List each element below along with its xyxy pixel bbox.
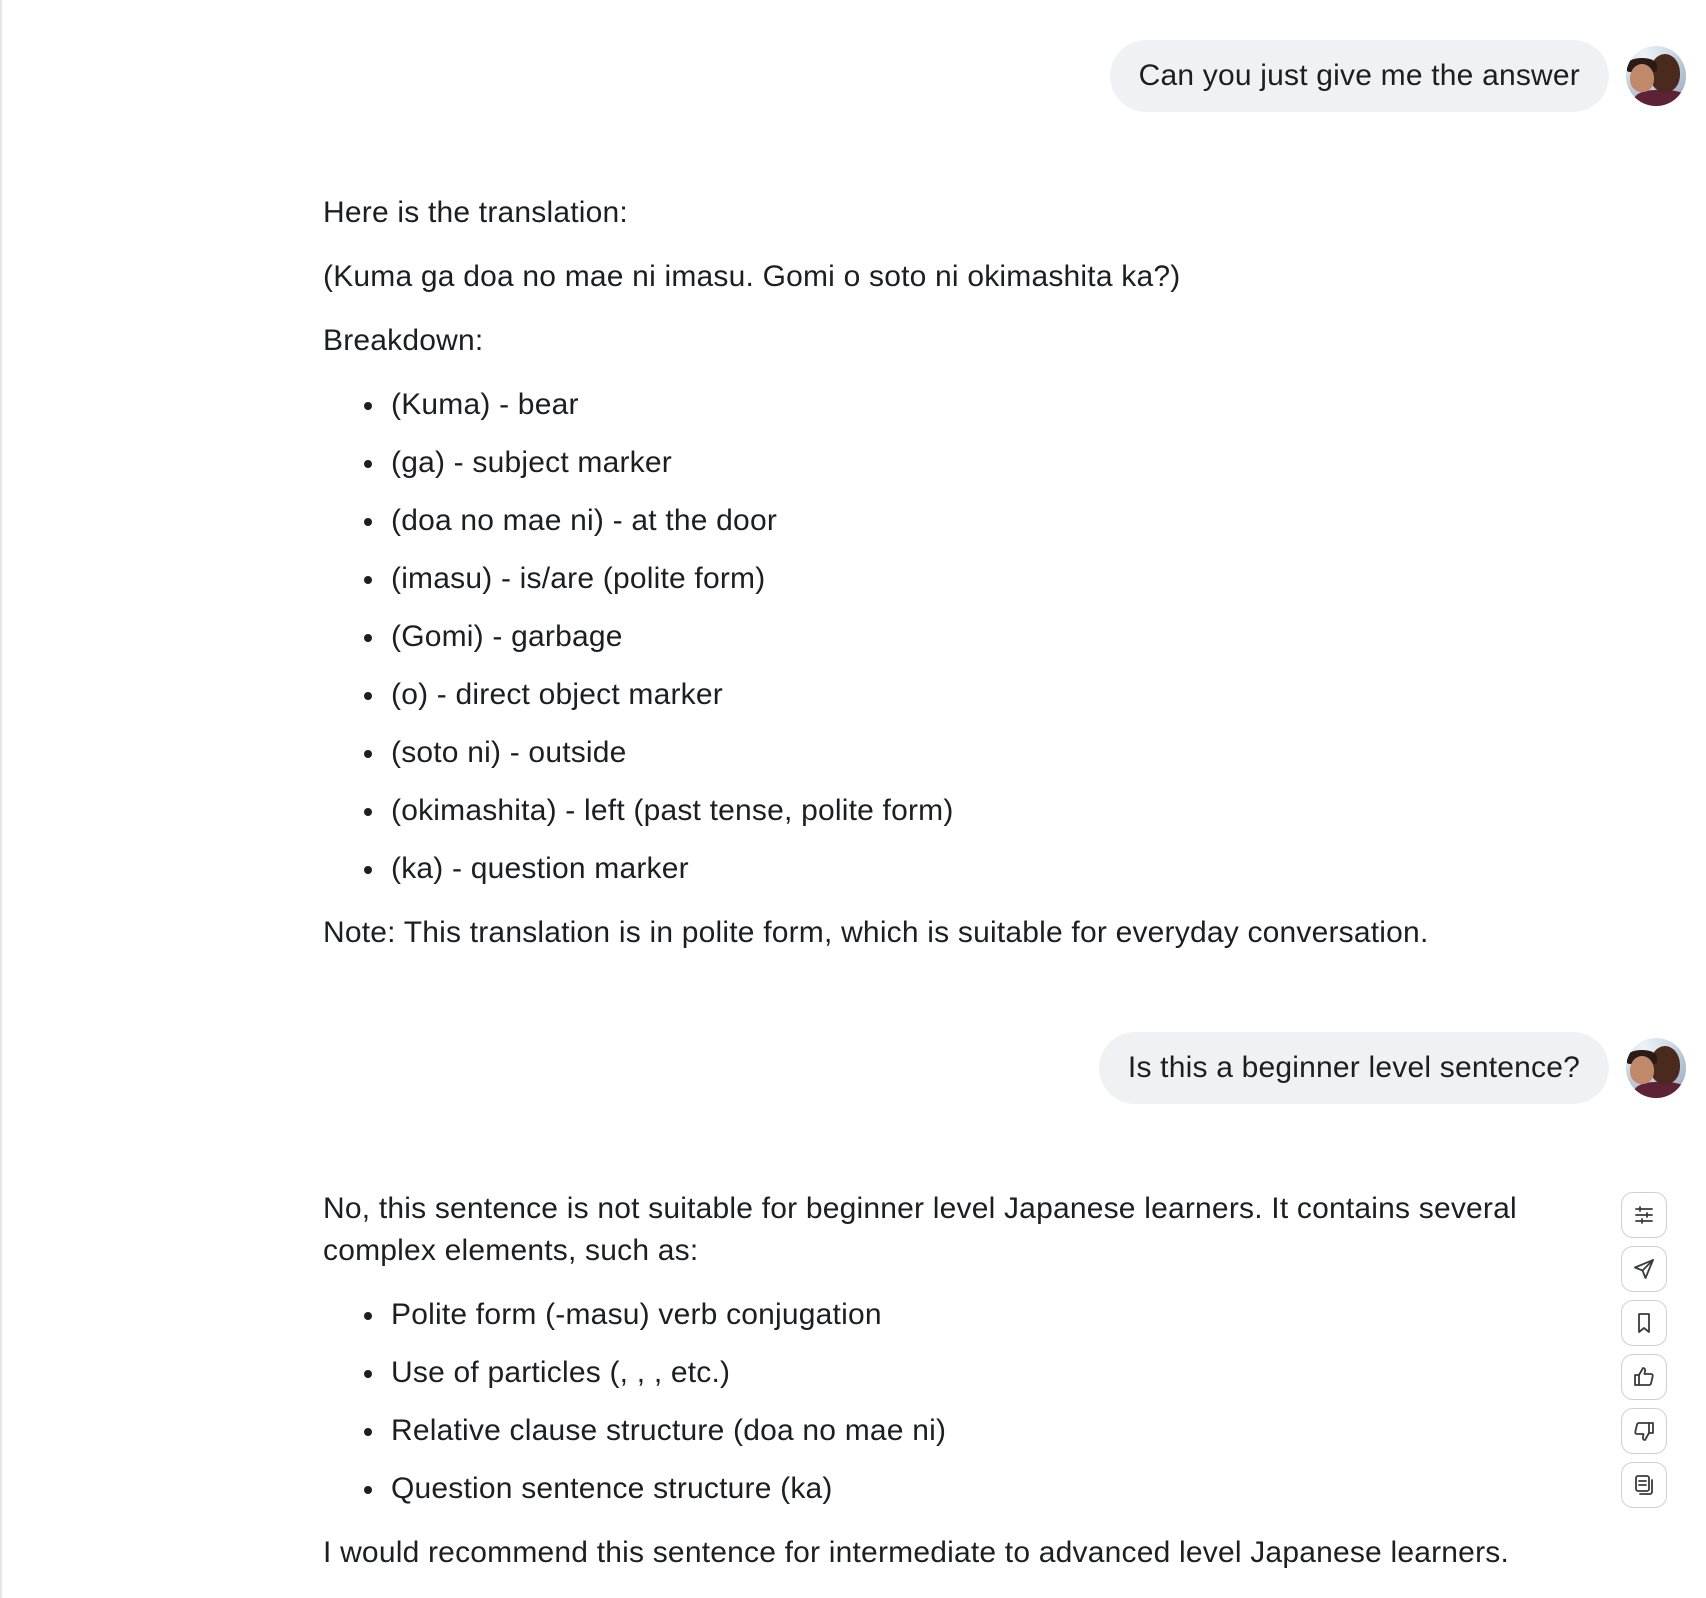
avatar-shirt xyxy=(1634,1082,1686,1098)
send-icon xyxy=(1634,1259,1654,1279)
list-item: Question sentence structure (ka) xyxy=(387,1468,1553,1510)
sliders-icon xyxy=(1635,1206,1653,1224)
user-message-bubble: Is this a beginner level sentence? xyxy=(1098,1032,1609,1104)
list-item: (okimashita) - left (past tense, polite … xyxy=(387,790,1553,832)
assistant-intro: No, this sentence is not suitable for be… xyxy=(323,1192,1517,1267)
breakdown-heading: Breakdown: xyxy=(323,324,484,357)
assistant-conclusion: I would recommend this sentence for inte… xyxy=(323,1536,1509,1569)
assistant-message: Here is the translation: (Kuma ga doa no… xyxy=(323,192,1553,976)
thumbs-up-icon xyxy=(1634,1367,1654,1386)
assistant-message: No, this sentence is not suitable for be… xyxy=(323,1188,1553,1596)
copy-button[interactable] xyxy=(1621,1462,1667,1508)
complexity-list: Polite form (-masu) verb conjugation Use… xyxy=(323,1294,1553,1510)
assistant-intro: Here is the translation: xyxy=(323,196,628,229)
list-item: (ka) - question marker xyxy=(387,848,1553,890)
list-item: (imasu) - is/are (polite form) xyxy=(387,558,1553,600)
user-avatar[interactable] xyxy=(1626,46,1686,106)
left-divider xyxy=(0,0,2,1598)
list-item: Polite form (-masu) verb conjugation xyxy=(387,1294,1553,1336)
assistant-translation: (Kuma ga doa no mae ni imasu. Gomi o sot… xyxy=(323,260,1181,293)
list-item: (Gomi) - garbage xyxy=(387,616,1553,658)
user-message-row: Can you just give me the answer xyxy=(1109,40,1706,112)
avatar-face xyxy=(1630,1056,1654,1084)
user-message-bubble: Can you just give me the answer xyxy=(1109,40,1609,112)
list-item: Relative clause structure (doa no mae ni… xyxy=(387,1410,1553,1452)
breakdown-list: (Kuma) - bear (ga) - subject marker (doa… xyxy=(323,384,1553,890)
avatar-shirt xyxy=(1634,90,1686,106)
list-item: (Kuma) - bear xyxy=(387,384,1553,426)
settings-button[interactable] xyxy=(1621,1192,1667,1238)
dislike-button[interactable] xyxy=(1621,1408,1667,1454)
bookmark-icon xyxy=(1638,1313,1650,1333)
share-button[interactable] xyxy=(1621,1246,1667,1292)
message-actions xyxy=(1621,1192,1669,1508)
thumbs-down-icon xyxy=(1634,1422,1654,1441)
list-item: (o) - direct object marker xyxy=(387,674,1553,716)
user-avatar[interactable] xyxy=(1626,1038,1686,1098)
bookmark-button[interactable] xyxy=(1621,1300,1667,1346)
copy-icon xyxy=(1635,1475,1653,1495)
avatar-face xyxy=(1630,64,1654,92)
assistant-note: Note: This translation is in polite form… xyxy=(323,916,1429,949)
list-item: (soto ni) - outside xyxy=(387,732,1553,774)
list-item: (ga) - subject marker xyxy=(387,442,1553,484)
like-button[interactable] xyxy=(1621,1354,1667,1400)
user-message-row: Is this a beginner level sentence? xyxy=(1098,1032,1706,1104)
list-item: (doa no mae ni) - at the door xyxy=(387,500,1553,542)
list-item: Use of particles (, , , etc.) xyxy=(387,1352,1553,1394)
avatar-face xyxy=(1650,54,1680,92)
avatar-face xyxy=(1650,1046,1680,1084)
